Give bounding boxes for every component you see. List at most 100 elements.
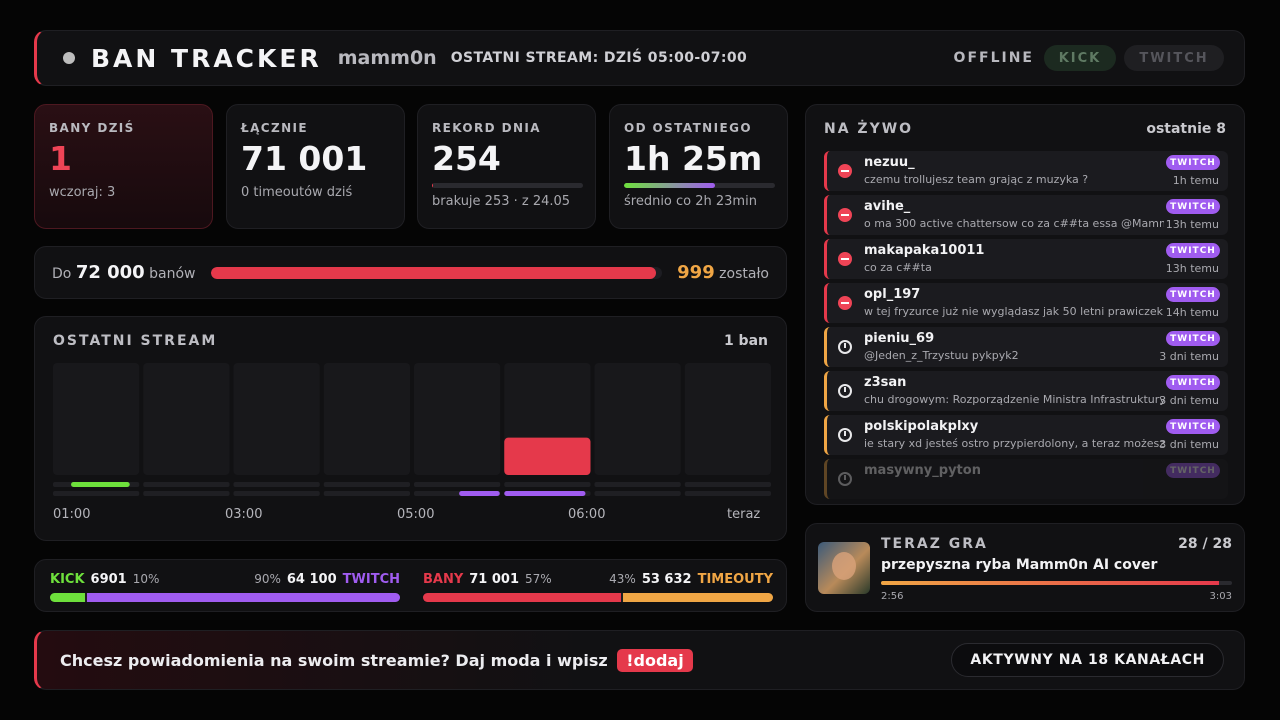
stat-card-since-last: OD OSTATNIEGO 1h 25m średnio co 2h 23min [609,104,788,229]
header-bar: BAN TRACKER mamm0n OSTATNI STREAM: DZIŚ … [34,30,1245,86]
x-tick-label: 03:00 [225,507,263,522]
kick-lane-bg [684,482,771,487]
feed-message: o ma 300 active chattersow co za c##ta e… [864,217,1164,230]
active-channels-button[interactable]: AKTYWNY NA 18 KANAŁACH [951,643,1224,677]
bans-share [423,593,622,602]
feed-user: pieniu_69 [864,331,935,346]
live-feed-list[interactable]: nezuu_ czemu trollujesz team grając z muz… [824,151,1228,503]
stat-sub: średnio co 2h 23min [624,194,757,209]
feed-user: makapaka10011 [864,243,985,258]
goal-suffix: banów [149,266,196,282]
feed-item[interactable]: masywny_pyton TWITCH [824,459,1228,499]
split-left-pct: 57% [525,572,552,586]
platform-tag: TWITCH [1166,199,1220,214]
feed-time: 1h temu [1172,174,1219,187]
command-badge: !dodaj [617,648,693,672]
feed-time: 14h temu [1165,306,1219,319]
twitch-lane-bg [594,491,681,496]
split-left-label: BANY [423,572,464,587]
feed-user: nezuu_ [864,155,915,170]
chart-column-bg [233,363,320,475]
chart-column-bg [323,363,410,475]
stat-label: ŁĄCZNIE [241,121,309,135]
platform-tag: TWITCH [1166,155,1220,170]
kick-activity-segment [71,482,130,487]
twitch-lane-bg [323,491,410,496]
stat-label: BANY DZIŚ [49,121,135,135]
footer-banner: Chcesz powiadomienia na swoim streamie? … [34,630,1245,690]
split-left-value: 6901 [90,572,127,587]
since-last-progress-bar [624,183,775,188]
track-duration: 3:03 [1209,591,1232,602]
feed-item[interactable]: makapaka10011 co za c##ta TWITCH 13h temu [824,239,1228,279]
feed-item[interactable]: z3san chu drogowym: Rozporządzenie Minist… [824,371,1228,411]
timer-icon [838,384,852,398]
feed-user: masywny_pyton [864,463,981,478]
footer-message: Chcesz powiadomienia na swoim streamie? … [60,650,608,670]
timeouts-share [623,593,773,602]
stat-label: REKORD DNIA [432,121,541,135]
channel-name: mamm0n [337,47,437,69]
x-tick-label: 01:00 [53,507,91,522]
goal-remaining-value: 999 [677,262,715,283]
track-elapsed: 2:56 [881,591,904,602]
platform-split-bar [50,593,400,602]
status-dot [63,52,75,64]
feed-user: z3san [864,375,907,390]
last-stream-info: OSTATNI STREAM: DZIŚ 05:00-07:00 [450,50,748,66]
ban-icon [838,164,852,178]
feed-item[interactable]: opl_197 w tej fryzurce już nie wyglądasz … [824,283,1228,323]
feed-item[interactable]: polskipolakplxy ie stary xd jesteś ostro … [824,415,1228,455]
feed-time: 3 dni temu [1159,394,1219,407]
stat-label: OD OSTATNIEGO [624,121,752,135]
platform-tag: TWITCH [1166,463,1220,478]
feed-item[interactable]: pieniu_69 @Jeden_z_Trzystuu pykpyk2 TWITCH… [824,327,1228,367]
twitch-lane-bg [684,491,771,496]
now-playing-label: TERAZ GRA [881,536,988,552]
kick-lane-bg [233,482,320,487]
stat-card-bans-today: BANY DZIŚ 1 wczoraj: 3 [34,104,213,229]
twitch-lane-bg [53,491,140,496]
feed-message: w tej fryzurce już nie wyglądasz jak 50 … [864,305,1164,318]
ban-timeline-chart [53,363,771,496]
split-right-pct: 90% [254,572,281,586]
stat-value: 1h 25m [624,139,763,178]
stat-sub: 0 timeoutów dziś [241,185,353,200]
twitch-lane-bg [233,491,320,496]
feed-item[interactable]: nezuu_ czemu trollujesz team grając z muz… [824,151,1228,191]
kick-lane-bg [323,482,410,487]
chart-column-bg [143,363,230,475]
chart-column-bg [53,363,140,475]
timer-icon [838,472,852,486]
split-right-label: TWITCH [342,572,400,587]
kick-lane-bg [504,482,591,487]
kick-lane-bg [414,482,501,487]
twitch-activity-segment [504,491,586,496]
feed-item[interactable]: avihe_o ma 300 active chattersow co za c… [824,195,1228,235]
stat-value: 1 [49,139,72,178]
last-stream-panel: OSTATNI STREAM 1 ban 01:00 03:00 05:00 0… [34,316,787,541]
split-left-pct: 10% [132,572,160,586]
split-left-value: 71 001 [469,572,520,587]
feed-time: 13h temu [1165,262,1219,275]
feed-user: polskipolakplxy [864,419,979,434]
kick-platform-pill[interactable]: KICK [1044,45,1116,71]
track-title: przepyszna ryba Mamm0n AI cover [881,557,1158,573]
chart-column-bg [594,363,681,475]
chart-column-bg [414,363,501,475]
feed-message: chu drogowym: Rozporządzenie Ministra In… [864,393,1164,406]
goal-prefix: Do [52,266,72,282]
feed-user: avihe_ [864,199,911,214]
twitch-lane-bg [143,491,230,496]
record-progress-bar [432,183,583,188]
feed-time: 13h temu [1165,218,1219,231]
goal-progress-track [210,266,663,279]
type-split-bar [423,593,773,602]
twitch-platform-pill[interactable]: TWITCH [1124,45,1224,71]
chart-column-bg [684,363,771,475]
ban-icon [838,208,852,222]
goal-target: 72 000 [75,262,145,283]
stat-sub: brakuje 253 · z 24.05 [432,194,571,209]
goal-remaining: 999 zostało [677,262,769,283]
platform-tag: TWITCH [1166,419,1220,434]
